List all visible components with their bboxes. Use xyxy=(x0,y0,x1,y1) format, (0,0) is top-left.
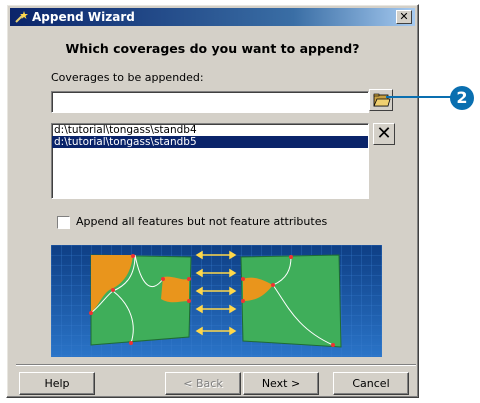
coverage-input[interactable] xyxy=(51,91,369,113)
append-features-label: Append all features but not feature attr… xyxy=(76,215,328,228)
open-folder-icon xyxy=(373,93,391,107)
close-icon: ✕ xyxy=(399,10,409,23)
close-button[interactable]: ✕ xyxy=(396,10,412,24)
delete-icon: ✕ xyxy=(376,123,392,144)
wizard-wand-icon xyxy=(15,11,28,23)
append-features-checkbox[interactable] xyxy=(57,216,70,229)
append-illustration xyxy=(51,245,382,357)
button-divider xyxy=(16,364,416,366)
list-item[interactable]: d:\tutorial\tongass\standb5 xyxy=(52,136,368,148)
list-item[interactable]: d:\tutorial\tongass\standb4 xyxy=(52,124,368,136)
append-wizard-dialog: Append Wizard ✕ Which coverages do you w… xyxy=(6,4,419,398)
title-bar: Append Wizard ✕ xyxy=(10,8,415,26)
coverage-list[interactable]: d:\tutorial\tongass\standb4 d:\tutorial\… xyxy=(51,123,369,199)
coverages-label: Coverages to be appended: xyxy=(51,71,204,84)
callout-leader-line xyxy=(386,96,456,98)
help-button[interactable]: Help xyxy=(19,372,95,395)
cancel-button[interactable]: Cancel xyxy=(333,372,409,395)
remove-coverage-button[interactable]: ✕ xyxy=(373,123,395,145)
window-title: Append Wizard xyxy=(32,10,135,24)
browse-coverage-button[interactable] xyxy=(369,89,393,111)
step-callout-badge: 2 xyxy=(450,86,474,110)
back-button[interactable]: < Back xyxy=(165,372,241,395)
wizard-question: Which coverages do you want to append? xyxy=(65,41,360,56)
next-button[interactable]: Next > xyxy=(243,372,319,395)
